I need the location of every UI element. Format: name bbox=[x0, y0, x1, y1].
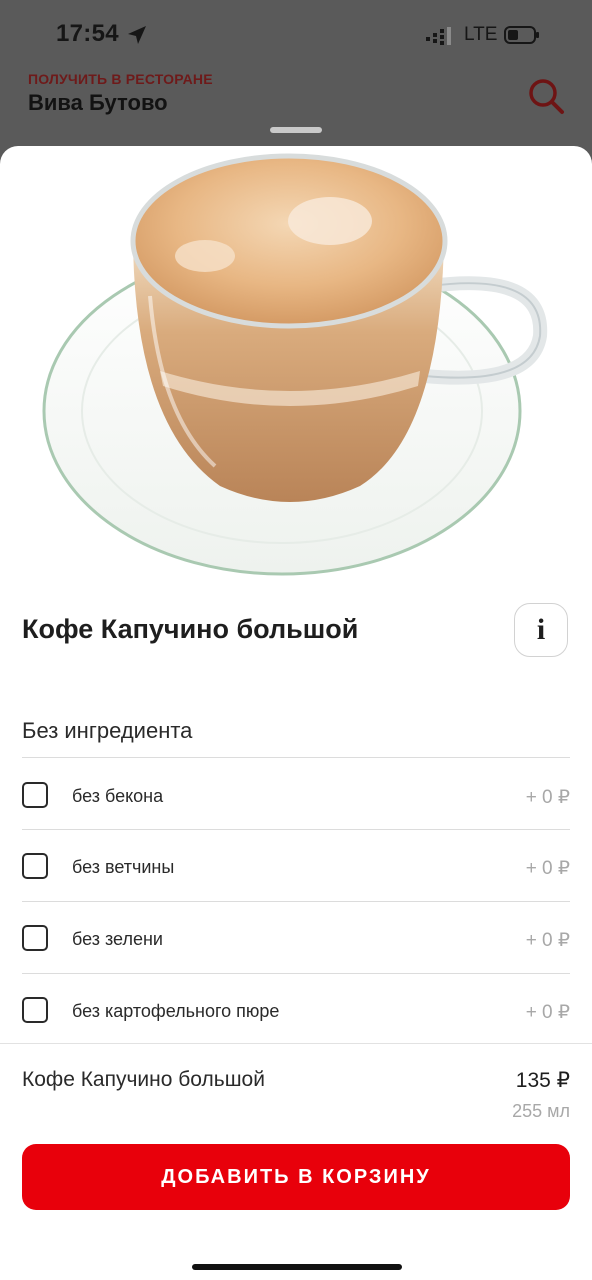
add-to-cart-label: ДОБАВИТЬ В КОРЗИНУ bbox=[161, 1165, 431, 1188]
summary-divider bbox=[0, 1043, 592, 1044]
summary-price: 135 ₽ bbox=[515, 1069, 570, 1092]
ingredients-section-title: Без ингредиента bbox=[22, 718, 193, 743]
option-label: без бекона bbox=[72, 786, 164, 806]
option-price: + 0 ₽ bbox=[525, 858, 570, 879]
checkbox[interactable] bbox=[22, 853, 48, 879]
divider bbox=[22, 973, 570, 974]
location-arrow-icon bbox=[128, 26, 146, 44]
option-label: без зелени bbox=[72, 929, 163, 949]
status-bar: 17:54 LTE bbox=[0, 0, 592, 72]
option-label: без ветчины bbox=[72, 857, 175, 877]
product-title: Кофе Капучино большой bbox=[22, 614, 359, 644]
summary-product-name: Кофе Капучино большой bbox=[22, 1068, 265, 1091]
battery-icon bbox=[504, 26, 539, 44]
option-label: без картофельного пюре bbox=[72, 1001, 280, 1021]
signal-icon bbox=[426, 27, 451, 45]
summary-volume: 255 мл bbox=[512, 1101, 570, 1121]
home-indicator[interactable] bbox=[192, 1264, 402, 1270]
checkbox[interactable] bbox=[22, 997, 48, 1023]
checkbox[interactable] bbox=[22, 782, 48, 808]
sheet-grabber[interactable] bbox=[270, 127, 322, 133]
info-icon: i bbox=[536, 613, 546, 646]
network-type: LTE bbox=[464, 24, 498, 45]
search-icon[interactable] bbox=[526, 76, 566, 116]
product-image bbox=[42, 153, 548, 576]
option-no-greens[interactable]: без зелени + 0 ₽ bbox=[0, 903, 592, 975]
option-no-mashed-potatoes[interactable]: без картофельного пюре + 0 ₽ bbox=[0, 975, 592, 1047]
divider bbox=[22, 901, 570, 902]
divider bbox=[22, 829, 570, 830]
option-no-ham[interactable]: без ветчины + 0 ₽ bbox=[0, 831, 592, 903]
option-price: + 0 ₽ bbox=[525, 930, 570, 951]
info-button[interactable]: i bbox=[514, 603, 568, 657]
pickup-subtitle: ПОЛУЧИТЬ В РЕСТОРАНЕ bbox=[28, 71, 213, 87]
checkbox[interactable] bbox=[22, 925, 48, 951]
restaurant-name[interactable]: Вива Бутово bbox=[28, 90, 168, 116]
add-to-cart-button[interactable]: ДОБАВИТЬ В КОРЗИНУ bbox=[22, 1144, 570, 1210]
option-price: + 0 ₽ bbox=[525, 787, 570, 808]
option-price: + 0 ₽ bbox=[525, 1002, 570, 1023]
divider bbox=[22, 757, 570, 758]
product-sheet: Кофе Капучино большой i Без ингредиента … bbox=[0, 146, 592, 1280]
option-no-bacon[interactable]: без бекона + 0 ₽ bbox=[0, 760, 592, 832]
status-time: 17:54 bbox=[56, 20, 119, 47]
